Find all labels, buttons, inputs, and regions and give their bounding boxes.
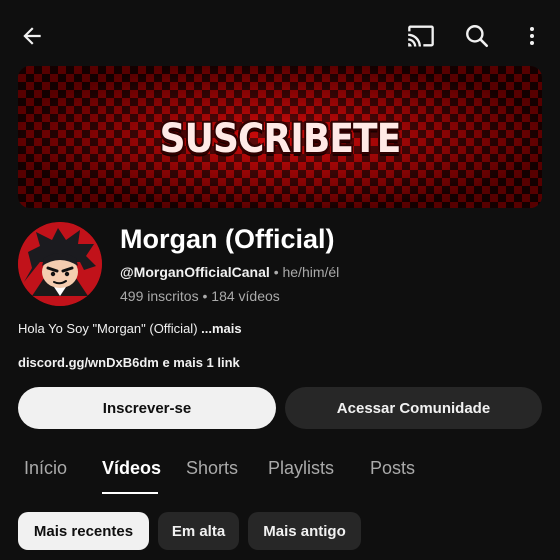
cast-icon[interactable] [403,18,439,54]
channel-pronouns: • he/him/él [273,264,340,280]
tab-videos[interactable]: Vídeos [102,458,161,479]
channel-stats: 499 inscritos • 184 vídeos [120,288,280,304]
stats-separator: • [202,288,208,304]
back-arrow-icon[interactable] [14,18,50,54]
channel-tabs: Início Vídeos Shorts Playlists Posts [0,446,560,494]
channel-banner: SUSCRIBETE [18,66,542,208]
active-tab-indicator [102,492,158,494]
community-button[interactable]: Acessar Comunidade [285,387,542,429]
handle-line: @MorganOfficialCanal • he/him/él [120,264,339,280]
tab-shorts[interactable]: Shorts [186,458,238,479]
channel-avatar[interactable] [18,222,102,306]
filter-chip-oldest[interactable]: Mais antigo [248,512,361,550]
tab-home[interactable]: Início [24,458,67,479]
channel-description[interactable]: Hola Yo Soy "Morgan" (Official) ...mais [18,321,242,336]
description-more-link[interactable]: ...mais [201,321,241,336]
subscriber-count: 499 inscritos [120,288,199,304]
top-app-bar [0,0,560,66]
filter-chip-popular[interactable]: Em alta [158,512,239,550]
channel-links[interactable]: discord.gg/wnDxB6dm e mais 1 link [18,355,240,370]
subscribe-button[interactable]: Inscrever-se [18,387,276,429]
tab-playlists[interactable]: Playlists [268,458,334,479]
filter-chip-latest[interactable]: Mais recentes [18,512,149,550]
tab-posts[interactable]: Posts [370,458,415,479]
description-text: Hola Yo Soy "Morgan" (Official) [18,321,198,336]
more-vert-icon[interactable] [514,18,550,54]
banner-text: SUSCRIBETE [159,116,402,162]
video-count: 184 vídeos [211,288,280,304]
channel-handle: @MorganOfficialCanal [120,264,270,280]
search-icon[interactable] [459,18,495,54]
channel-name: Morgan (Official) [120,224,335,254]
